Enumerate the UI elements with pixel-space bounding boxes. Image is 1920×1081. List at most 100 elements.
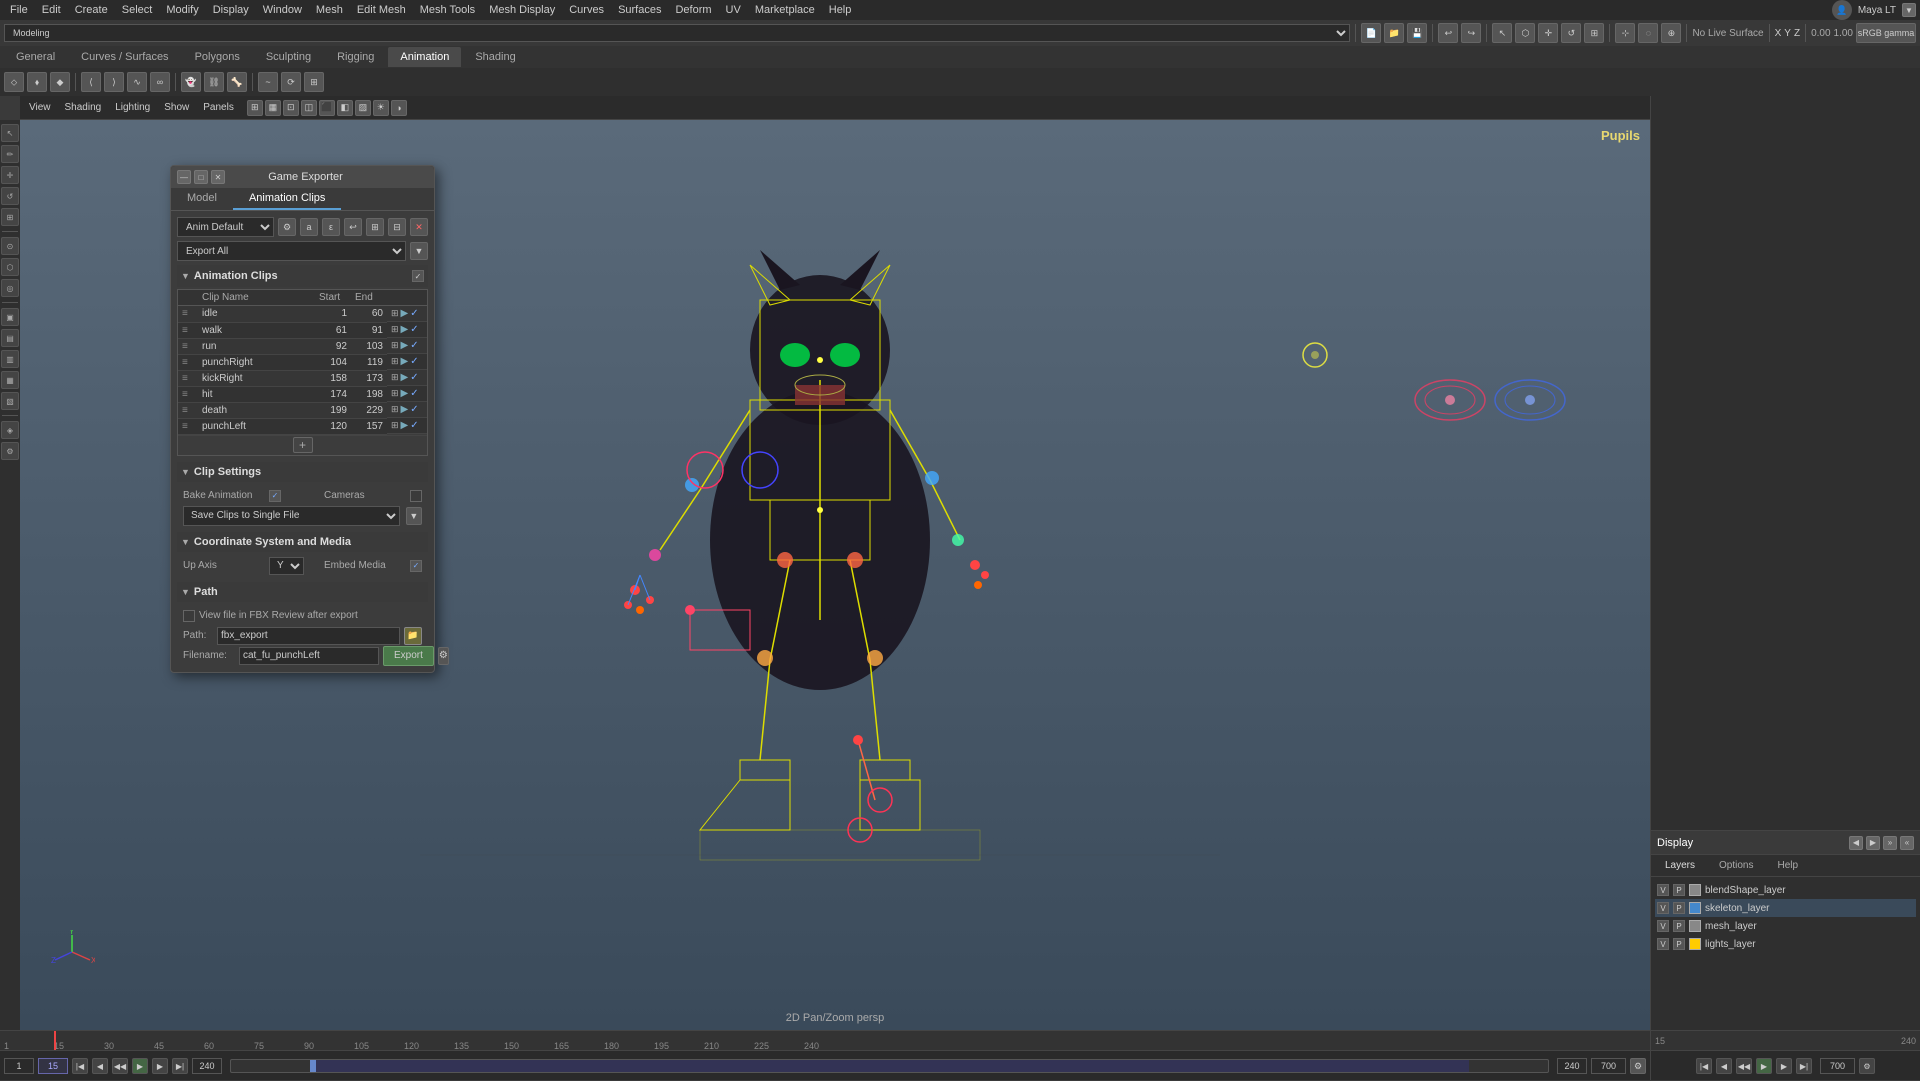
play-forward-btn[interactable]: ▶ (132, 1058, 148, 1074)
ge-tab-model[interactable]: Model (171, 188, 233, 210)
dp-next-btn[interactable]: ▶ (1866, 836, 1880, 850)
blend-vis-p[interactable]: P (1673, 884, 1685, 896)
lights-vis-p[interactable]: P (1673, 938, 1685, 950)
vp-icon2[interactable]: ▦ (265, 100, 281, 116)
viewport-btn3[interactable]: ▥ (1, 350, 19, 368)
redo-btn[interactable]: ↪ (1461, 23, 1481, 43)
clip-play-hit[interactable]: ▶ (401, 388, 409, 399)
vp-shaded[interactable]: ◧ (337, 100, 353, 116)
tangent2-btn[interactable]: ⟩ (104, 72, 124, 92)
menu-mesh-tools[interactable]: Mesh Tools (414, 2, 481, 18)
skel-vis-p[interactable]: P (1673, 902, 1685, 914)
tangent-btn[interactable]: ⟨ (81, 72, 101, 92)
blend-btn[interactable]: ⊞ (304, 72, 324, 92)
expand-btn[interactable]: ▼ (1902, 3, 1916, 17)
coord-arrow[interactable]: ▼ (181, 537, 190, 547)
ge-preset-btn6[interactable]: ⊟ (388, 218, 406, 236)
vp-icon3[interactable]: ⊡ (283, 100, 299, 116)
clip-name-idle[interactable]: idle (202, 308, 218, 319)
constraint-btn[interactable]: ⛓ (204, 72, 224, 92)
next-key-btn[interactable]: ▶| (172, 1058, 188, 1074)
tab-sculpting[interactable]: Sculpting (254, 47, 323, 67)
clip-play-idle[interactable]: ▶ (401, 308, 409, 319)
export-settings-btn[interactable]: ⚙ (438, 647, 449, 665)
menu-uv[interactable]: UV (720, 2, 747, 18)
tab-curves-surfaces[interactable]: Curves / Surfaces (69, 47, 180, 67)
rp-play-back-btn[interactable]: ◀◀ (1736, 1058, 1752, 1074)
key-all-btn[interactable]: ⬧ (27, 72, 47, 92)
viewport-btn5[interactable]: ▧ (1, 392, 19, 410)
ge-minimize-btn[interactable]: — (177, 170, 191, 184)
menu-edit-mesh[interactable]: Edit Mesh (351, 2, 412, 18)
clip-anim-hit[interactable]: ⊞ (391, 388, 399, 399)
ghost-btn[interactable]: 👻 (181, 72, 201, 92)
undo-btn[interactable]: ↩ (1438, 23, 1458, 43)
ge-export-dropdown-btn[interactable]: ▼ (410, 242, 428, 260)
clip-anim-kickRight[interactable]: ⊞ (391, 372, 399, 383)
select-btn[interactable]: ↖ (1492, 23, 1512, 43)
key-btn[interactable]: ⬦ (4, 72, 24, 92)
clip-name-kickRight[interactable]: kickRight (202, 373, 243, 384)
settings-btn[interactable]: ⚙ (1, 442, 19, 460)
menu-display[interactable]: Display (207, 2, 255, 18)
skel-vis-v[interactable]: V (1657, 902, 1669, 914)
lasso-btn[interactable]: ⬡ (1515, 23, 1535, 43)
mode-select[interactable]: Modeling (4, 24, 1350, 42)
lighting-btn[interactable]: Lighting (110, 101, 155, 114)
save-btn[interactable]: 💾 (1407, 23, 1427, 43)
all-clips-check[interactable]: ✓ (412, 270, 424, 282)
dp-prev-btn[interactable]: ◀ (1849, 836, 1863, 850)
ge-close-btn[interactable]: ✕ (211, 170, 225, 184)
clip-anim-punchLeft[interactable]: ⊞ (391, 420, 399, 431)
rp-settings-btn[interactable]: ⚙ (1859, 1058, 1875, 1074)
rp-play-fwd-btn[interactable]: ▶ (1756, 1058, 1772, 1074)
move-btn[interactable]: ✛ (1538, 23, 1558, 43)
clip-play-death[interactable]: ▶ (401, 404, 409, 415)
clip-del-punchLeft[interactable]: ≡ (182, 421, 188, 432)
snap-grid-btn[interactable]: ⊹ (1615, 23, 1635, 43)
curve-btn[interactable]: ∿ (127, 72, 147, 92)
dp-tab-help[interactable]: Help (1769, 858, 1806, 873)
menu-mesh-display[interactable]: Mesh Display (483, 2, 561, 18)
rp-step-fwd-btn[interactable]: ▶ (1776, 1058, 1792, 1074)
menu-create[interactable]: Create (69, 2, 114, 18)
menu-window[interactable]: Window (257, 2, 308, 18)
prev-frame-btn[interactable]: ◀ (92, 1058, 108, 1074)
vp-icon4[interactable]: ◫ (301, 100, 317, 116)
clip-name-hit[interactable]: hit (202, 389, 213, 400)
rp-step-back-btn[interactable]: ◀ (1716, 1058, 1732, 1074)
paint-tool[interactable]: ✏ (1, 145, 19, 163)
clip-play-punchLeft[interactable]: ▶ (401, 420, 409, 431)
ge-export-select[interactable]: Export All (177, 241, 406, 261)
vp-icon1[interactable]: ⊞ (247, 100, 263, 116)
vp-shadow[interactable]: ◑ (391, 100, 407, 116)
breakdown-btn[interactable]: ◆ (50, 72, 70, 92)
snap-curve-btn[interactable]: ◌ (1638, 23, 1658, 43)
snap-point-btn[interactable]: ⊕ (1661, 23, 1681, 43)
panels-btn[interactable]: Panels (198, 101, 239, 114)
up-axis-select[interactable]: Y (269, 557, 304, 575)
vp-wireframe[interactable]: ⬛ (319, 100, 335, 116)
view-file-check[interactable] (183, 610, 195, 622)
clip-enable-death[interactable]: ✓ (410, 404, 418, 415)
menu-file[interactable]: File (4, 2, 34, 18)
clip-anim-walk[interactable]: ⊞ (391, 324, 399, 335)
vp-tex[interactable]: ▨ (355, 100, 371, 116)
clip-anim-idle[interactable]: ⊞ (391, 308, 399, 319)
color-mode-btn[interactable]: sRGB gamma (1856, 23, 1916, 43)
pivot-tool[interactable]: ◎ (1, 279, 19, 297)
menu-surfaces[interactable]: Surfaces (612, 2, 667, 18)
playback-start-handle[interactable] (310, 1060, 316, 1072)
motion-trail-btn[interactable]: ~ (258, 72, 278, 92)
clip-del-punchRight[interactable]: ≡ (182, 357, 188, 368)
clip-enable-hit[interactable]: ✓ (410, 388, 418, 399)
mesh-vis-v[interactable]: V (1657, 920, 1669, 932)
clip-del-hit[interactable]: ≡ (182, 389, 188, 400)
new-scene-btn[interactable]: 📄 (1361, 23, 1381, 43)
tab-rigging[interactable]: Rigging (325, 47, 386, 67)
menu-edit[interactable]: Edit (36, 2, 67, 18)
clip-enable-kickRight[interactable]: ✓ (410, 372, 418, 383)
playback-range-bar[interactable] (230, 1059, 1549, 1073)
clip-del-run[interactable]: ≡ (182, 341, 188, 352)
lights-vis-v[interactable]: V (1657, 938, 1669, 950)
